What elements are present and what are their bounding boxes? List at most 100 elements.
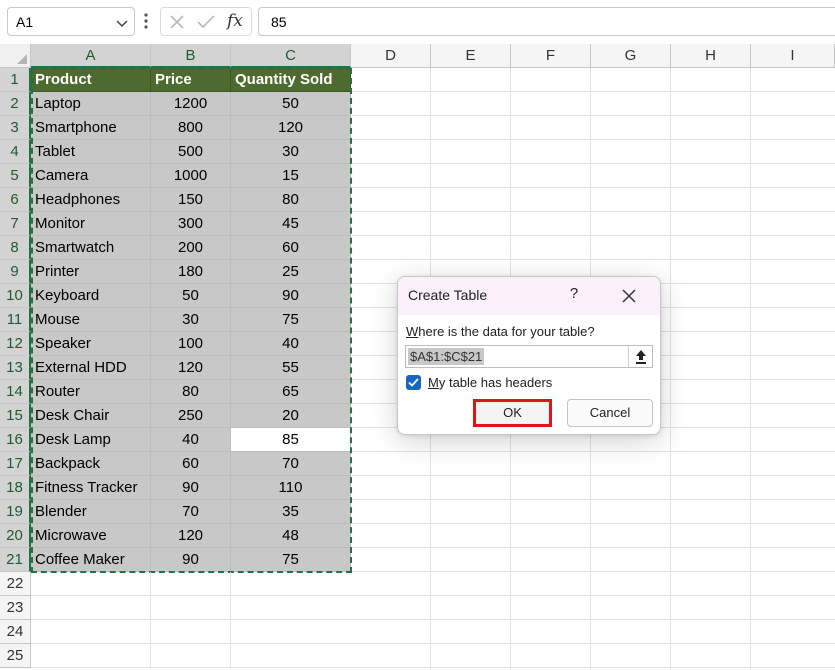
more-options-icon[interactable] [144,12,148,35]
table-cell[interactable]: 90 [151,548,231,572]
row-header-21[interactable]: 21 [0,548,31,572]
table-cell[interactable]: Monitor [31,212,151,236]
table-cell[interactable]: 60 [231,236,351,260]
select-all-corner[interactable] [0,44,31,68]
headers-checkbox[interactable] [406,375,421,390]
row-header-20[interactable]: 20 [0,524,31,548]
table-cell[interactable]: 25 [231,260,351,284]
row-header-1[interactable]: 1 [0,68,31,92]
table-cell[interactable]: 40 [151,428,231,452]
column-header-i[interactable]: I [751,44,835,68]
table-cell[interactable]: 200 [151,236,231,260]
row-header-13[interactable]: 13 [0,356,31,380]
table-cell[interactable]: Microwave [31,524,151,548]
table-cell[interactable]: 30 [151,308,231,332]
row-header-24[interactable]: 24 [0,620,31,644]
close-icon[interactable] [620,287,638,305]
column-header-e[interactable]: E [431,44,511,68]
row-header-17[interactable]: 17 [0,452,31,476]
table-cell[interactable]: 1200 [151,92,231,116]
table-cell[interactable]: 80 [151,380,231,404]
table-cell[interactable]: 800 [151,116,231,140]
name-box[interactable]: A1 [7,7,135,36]
table-cell[interactable]: External HDD [31,356,151,380]
row-header-23[interactable]: 23 [0,596,31,620]
column-header-a[interactable]: A [31,44,151,68]
table-cell[interactable]: 250 [151,404,231,428]
table-cell[interactable]: 75 [231,548,351,572]
table-cell[interactable]: Mouse [31,308,151,332]
table-cell[interactable]: Desk Chair [31,404,151,428]
row-header-2[interactable]: 2 [0,92,31,116]
row-header-15[interactable]: 15 [0,404,31,428]
row-header-12[interactable]: 12 [0,332,31,356]
table-cell[interactable]: 65 [231,380,351,404]
row-header-10[interactable]: 10 [0,284,31,308]
table-cell[interactable]: 55 [231,356,351,380]
table-cell[interactable]: 150 [151,188,231,212]
table-cell[interactable]: 100 [151,332,231,356]
headers-checkbox-label[interactable]: My table has headers [428,375,552,390]
table-cell[interactable]: Coffee Maker [31,548,151,572]
table-cell[interactable]: Router [31,380,151,404]
collapse-dialog-icon[interactable] [628,346,652,367]
table-cell[interactable]: 70 [231,452,351,476]
row-header-25[interactable]: 25 [0,644,31,668]
table-cell[interactable]: 500 [151,140,231,164]
row-header-11[interactable]: 11 [0,308,31,332]
header-cell[interactable]: Quantity Sold [231,68,351,92]
active-cell[interactable]: 85 [231,428,351,452]
cancel-entry-icon[interactable] [169,14,185,35]
row-header-18[interactable]: 18 [0,476,31,500]
table-cell[interactable]: 20 [231,404,351,428]
row-header-3[interactable]: 3 [0,116,31,140]
table-cell[interactable]: Printer [31,260,151,284]
table-cell[interactable]: Blender [31,500,151,524]
cancel-button[interactable]: Cancel [567,399,653,427]
table-cell[interactable]: 45 [231,212,351,236]
table-cell[interactable]: 1000 [151,164,231,188]
table-cell[interactable]: 60 [151,452,231,476]
table-cell[interactable]: Headphones [31,188,151,212]
table-cell[interactable]: 30 [231,140,351,164]
table-cell[interactable]: Tablet [31,140,151,164]
table-cell[interactable]: Speaker [31,332,151,356]
ok-button[interactable]: OK [473,399,552,427]
table-cell[interactable]: 80 [231,188,351,212]
column-header-c[interactable]: C [231,44,351,68]
help-button[interactable]: ? [566,285,582,307]
header-cell[interactable]: Price [151,68,231,92]
table-cell[interactable]: 75 [231,308,351,332]
table-cell[interactable]: Laptop [31,92,151,116]
table-cell[interactable]: 40 [231,332,351,356]
table-cell[interactable]: Backpack [31,452,151,476]
column-header-h[interactable]: H [671,44,751,68]
row-header-4[interactable]: 4 [0,140,31,164]
table-cell[interactable]: Keyboard [31,284,151,308]
table-cell[interactable]: 110 [231,476,351,500]
table-cell[interactable]: 50 [151,284,231,308]
table-cell[interactable]: 300 [151,212,231,236]
row-header-8[interactable]: 8 [0,236,31,260]
formula-input[interactable]: 85 [258,7,835,36]
table-cell[interactable]: Desk Lamp [31,428,151,452]
table-cell[interactable]: 50 [231,92,351,116]
row-header-22[interactable]: 22 [0,572,31,596]
row-header-7[interactable]: 7 [0,212,31,236]
table-cell[interactable]: 120 [231,116,351,140]
range-input[interactable]: $A$1:$C$21 [405,345,653,368]
column-header-g[interactable]: G [591,44,671,68]
table-cell[interactable]: 70 [151,500,231,524]
table-cell[interactable]: Smartphone [31,116,151,140]
dialog-titlebar[interactable]: Create Table ? [398,277,660,315]
row-header-19[interactable]: 19 [0,500,31,524]
table-cell[interactable]: 15 [231,164,351,188]
table-cell[interactable]: Smartwatch [31,236,151,260]
column-header-f[interactable]: F [511,44,591,68]
chevron-down-icon[interactable] [116,16,128,34]
table-cell[interactable]: 120 [151,356,231,380]
table-cell[interactable]: Camera [31,164,151,188]
row-header-14[interactable]: 14 [0,380,31,404]
column-header-d[interactable]: D [351,44,431,68]
row-header-9[interactable]: 9 [0,260,31,284]
